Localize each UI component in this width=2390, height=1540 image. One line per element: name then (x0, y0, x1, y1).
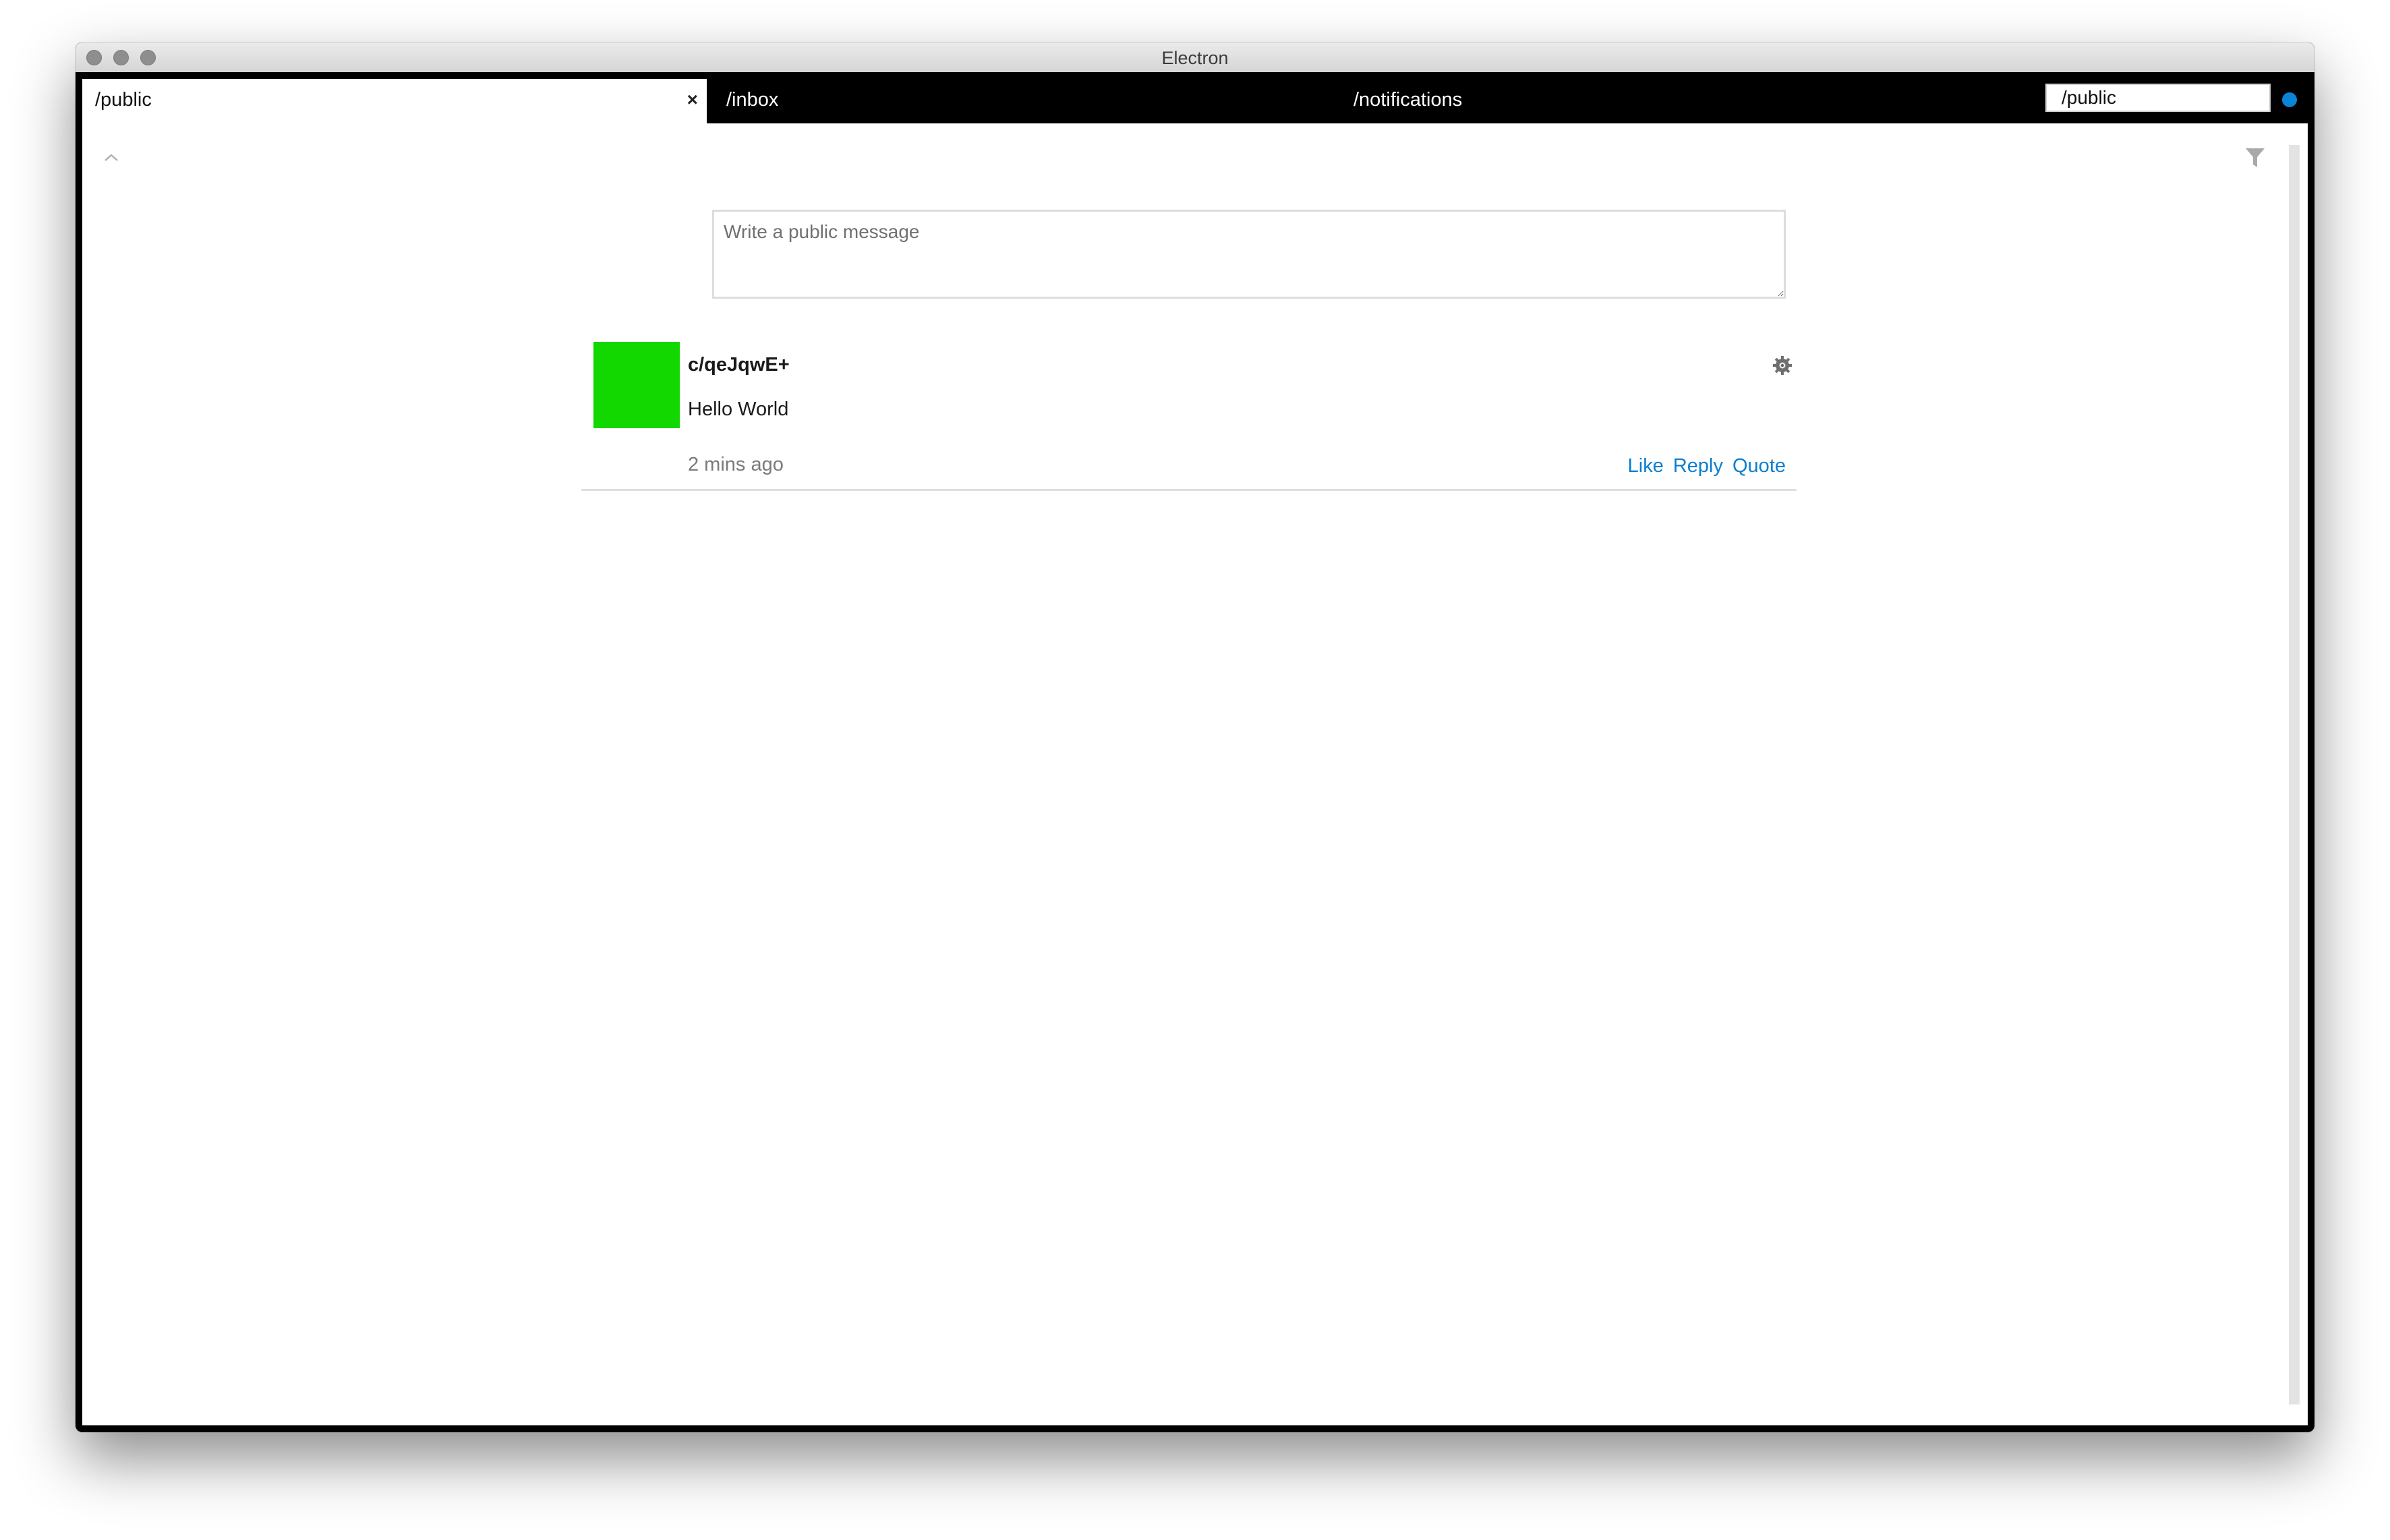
post-author[interactable]: c/qeJqwE+ (688, 354, 790, 376)
tab-public-label: /public (95, 89, 152, 111)
chevron-up-icon[interactable] (104, 150, 119, 165)
post-text: Hello World (688, 398, 789, 420)
tab-notifications[interactable]: /notifications (1353, 89, 1462, 111)
app-window: Electron /public × /inbox /notifications… (76, 42, 2314, 1432)
avatar[interactable] (593, 342, 680, 428)
channel-search-input[interactable] (2045, 84, 2271, 112)
post-actions: Like Reply Quote (1619, 455, 1786, 477)
connection-status-dot (2282, 92, 2297, 107)
reply-link[interactable]: Reply (1673, 455, 1723, 477)
scrollbar[interactable] (2289, 145, 2300, 1404)
tab-bar: /public × /inbox /notifications (76, 72, 2314, 123)
like-link[interactable]: Like (1628, 455, 1664, 477)
close-tab-icon[interactable]: × (687, 90, 698, 109)
feed-content: c/qeJqwE+ Hello World 2 mins ago (82, 123, 2308, 1425)
tab-inbox[interactable]: /inbox (726, 89, 778, 111)
tab-public[interactable]: /public × (82, 79, 707, 123)
post-timestamp[interactable]: 2 mins ago (688, 454, 784, 476)
quote-link[interactable]: Quote (1732, 455, 1786, 477)
gear-icon[interactable] (1772, 355, 1792, 376)
filter-icon[interactable] (2245, 147, 2265, 169)
window-title: Electron (1161, 48, 1229, 68)
public-message-input[interactable] (712, 210, 1786, 299)
title-bar: Electron (76, 42, 2314, 73)
post-item: c/qeJqwE+ Hello World 2 mins ago Like Re… (581, 299, 1797, 491)
